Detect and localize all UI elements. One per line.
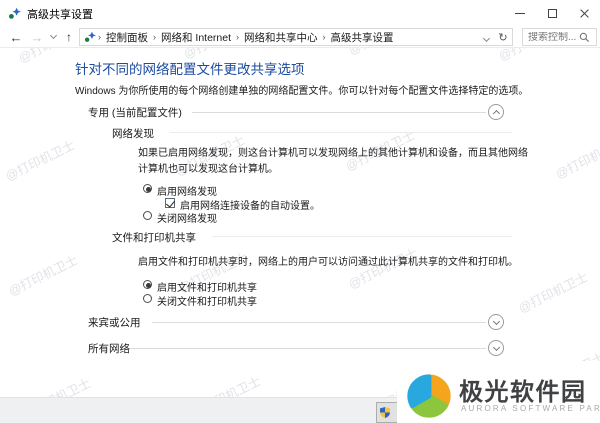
section-private-label[interactable]: 专用 (当前配置文件) (88, 105, 182, 120)
radio-disable-network-discovery[interactable] (143, 211, 152, 220)
network-sharing-icon (9, 7, 21, 19)
divider (130, 348, 486, 349)
breadcrumb-separator: › (322, 31, 326, 42)
chevron-up-icon (492, 109, 500, 118)
divider (212, 236, 512, 237)
maximize-button[interactable] (536, 0, 568, 26)
refresh-button[interactable]: ↻ (494, 31, 512, 44)
back-button[interactable]: ← (6, 26, 26, 48)
label-disable-file-printer-sharing[interactable]: 关闭文件和打印机共享 (157, 293, 257, 308)
collapse-private-button[interactable] (488, 104, 504, 120)
network-discovery-title: 网络发现 (112, 128, 154, 140)
watermark-text: @打印机卫士 (6, 253, 81, 299)
breadcrumb-network-sharing-center[interactable]: 网络和共享中心 (241, 30, 321, 45)
breadcrumb-network-internet[interactable]: 网络和 Internet (158, 30, 234, 45)
breadcrumb-separator: › (236, 31, 240, 42)
breadcrumb-control-panel[interactable]: 控制面板 (103, 30, 151, 45)
section-guest-label[interactable]: 来宾或公用 (88, 315, 141, 330)
aurora-logo: 极光软件园 AURORA SOFTWARE PARK (397, 361, 600, 423)
minimize-button[interactable] (504, 0, 536, 26)
titlebar: 高级共享设置 (0, 0, 600, 26)
history-dropdown-button[interactable] (47, 26, 59, 48)
breadcrumb-separator: › (98, 31, 101, 42)
maximize-icon (547, 8, 557, 18)
page-title: 针对不同的网络配置文件更改共享选项 (75, 62, 305, 77)
chevron-down-icon (492, 343, 500, 351)
radio-enable-network-discovery[interactable] (143, 184, 152, 193)
file-printer-sharing-description: 启用文件和打印机共享时，网络上的用户可以访问通过此计算机共享的文件和打印机。 (138, 257, 518, 268)
checkbox-auto-setup-devices[interactable] (165, 198, 175, 208)
back-icon: ← (9, 29, 23, 45)
file-printer-sharing-title: 文件和打印机共享 (112, 232, 196, 244)
search-box (522, 28, 597, 46)
divider (170, 132, 512, 133)
label-enable-file-printer-sharing[interactable]: 启用文件和打印机共享 (157, 279, 257, 294)
divider (152, 322, 486, 323)
navigation-toolbar: ← → ↑ › 控制面板 › 网络和 Internet › 网络和共享中心 › … (0, 26, 600, 48)
expand-all-networks-button[interactable] (488, 340, 504, 356)
breadcrumb-advanced-sharing[interactable]: 高级共享设置 (328, 30, 397, 45)
logo-title: 极光软件园 (459, 379, 587, 406)
chevron-down-icon (492, 317, 500, 325)
watermark-text: @打印机卫士 (3, 138, 78, 184)
breadcrumb: › 控制面板 › 网络和 Internet › 网络和共享中心 › 高级共享设置 (96, 30, 397, 45)
window-title: 高级共享设置 (27, 9, 93, 21)
up-icon: ↑ (66, 30, 72, 44)
watermark-text: @打印机卫士 (553, 136, 600, 182)
chevron-down-icon (49, 31, 57, 40)
watermark-text: @打印机卫士 (516, 270, 591, 316)
divider (192, 112, 486, 113)
intro-text: Windows 为你所使用的每个网络创建单独的网络配置文件。你可以针对每个配置文… (75, 86, 529, 97)
expand-guest-button[interactable] (488, 314, 504, 330)
search-icon (579, 32, 590, 42)
logo-subtitle: AURORA SOFTWARE PARK (461, 404, 600, 413)
aurora-pinwheel-icon (407, 374, 451, 418)
breadcrumb-separator: › (153, 31, 156, 42)
radio-disable-file-printer-sharing[interactable] (143, 294, 152, 303)
label-disable-network-discovery[interactable]: 关闭网络发现 (157, 210, 217, 225)
network-sharing-icon (84, 31, 96, 42)
section-all-networks-label[interactable]: 所有网络 (88, 341, 130, 356)
label-enable-network-discovery[interactable]: 启用网络发现 (157, 183, 217, 198)
save-changes-button[interactable] (376, 402, 398, 423)
address-dropdown-button[interactable] (478, 28, 494, 46)
search-input[interactable] (523, 31, 579, 43)
uac-shield-icon (380, 407, 390, 418)
network-discovery-description: 如果已启用网络发现，则这台计算机可以发现网络上的其他计算机和设备，而且其他网络计… (138, 148, 528, 175)
refresh-icon: ↻ (498, 31, 508, 44)
forward-icon: → (30, 29, 44, 45)
forward-button[interactable]: → (27, 26, 47, 48)
chevron-down-icon (482, 34, 490, 43)
up-button[interactable]: ↑ (60, 26, 78, 48)
radio-enable-file-printer-sharing[interactable] (143, 280, 152, 289)
minimize-icon (515, 12, 525, 14)
close-button[interactable] (568, 0, 600, 26)
address-bar[interactable]: › 控制面板 › 网络和 Internet › 网络和共享中心 › 高级共享设置… (79, 28, 513, 46)
close-icon (579, 8, 590, 19)
